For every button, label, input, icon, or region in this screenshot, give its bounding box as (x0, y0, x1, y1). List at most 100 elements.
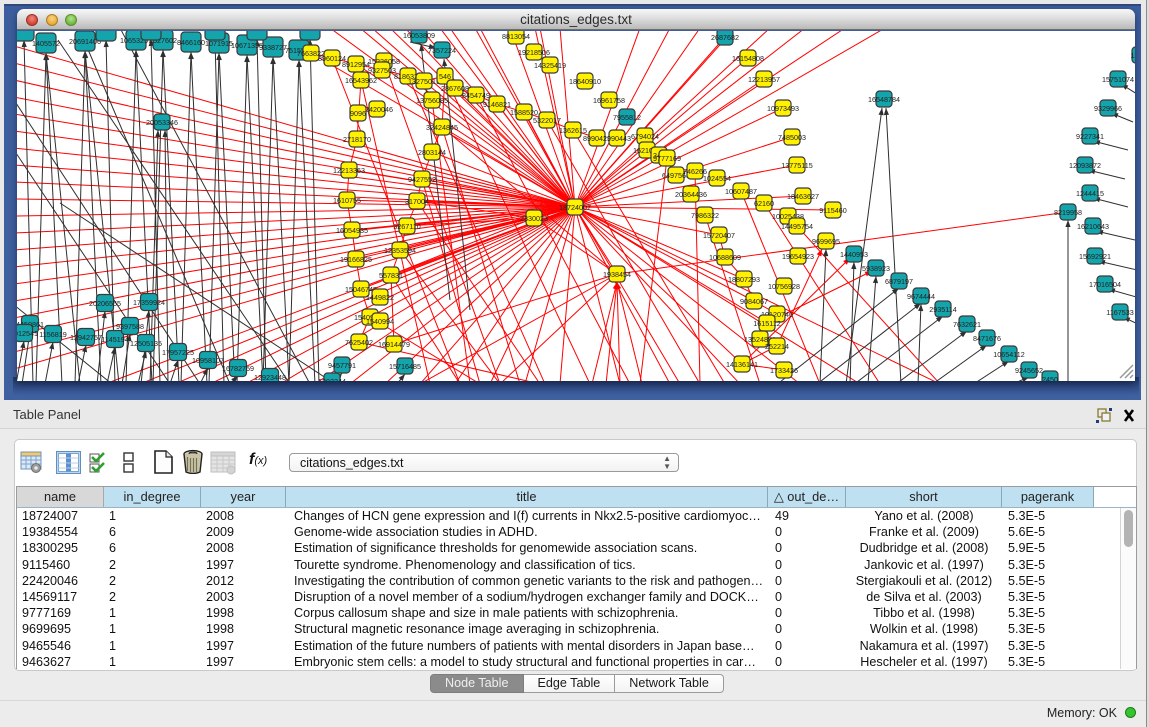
svg-text:2687682: 2687682 (711, 33, 739, 42)
svg-text:12505135: 12505135 (130, 339, 162, 348)
svg-text:10973493: 10973493 (767, 104, 799, 113)
svg-text:1449822: 1449822 (366, 293, 394, 302)
svg-text:9338727: 9338727 (259, 43, 287, 52)
svg-text:9397588: 9397588 (116, 322, 144, 331)
svg-text:9115460: 9115460 (819, 206, 846, 215)
svg-text:1615112: 1615112 (753, 319, 780, 328)
svg-text:9096: 9096 (350, 109, 366, 118)
svg-text:1292344: 1292344 (318, 377, 346, 381)
svg-text:17016504: 17016504 (1089, 280, 1121, 289)
svg-text:19218506: 19218506 (518, 48, 550, 57)
svg-text:10607487: 10607487 (725, 187, 757, 196)
svg-text:12093872: 12093872 (1069, 161, 1101, 170)
svg-text:8219958: 8219958 (1054, 208, 1082, 217)
svg-text:7632621: 7632621 (953, 320, 981, 329)
svg-text:7986322: 7986322 (691, 211, 719, 220)
svg-text:18640910: 18640910 (569, 77, 601, 86)
svg-text:10958107: 10958107 (192, 356, 224, 365)
svg-text:16053809: 16053809 (403, 31, 435, 40)
svg-text:1145194: 1145194 (101, 335, 128, 344)
svg-text:17359924: 17359924 (133, 298, 165, 307)
svg-text:2803144: 2803144 (418, 148, 446, 157)
svg-text:1024554: 1024554 (703, 174, 731, 183)
svg-text:9146821: 9146821 (483, 100, 511, 109)
svg-text:14136141: 14136141 (726, 360, 758, 369)
svg-text:1405572: 1405572 (32, 39, 60, 48)
svg-text:9329966: 9329966 (1094, 104, 1122, 113)
svg-text:11123: 11123 (1131, 51, 1135, 60)
svg-text:16961758: 16961758 (593, 96, 625, 105)
svg-text:317004: 317004 (405, 197, 429, 206)
svg-text:1244415: 1244415 (1076, 189, 1104, 198)
svg-text:14325419: 14325419 (534, 61, 566, 70)
svg-text:16548784: 16548784 (868, 95, 900, 104)
svg-text:8813054: 8813054 (502, 32, 530, 41)
svg-text:1156819: 1156819 (39, 330, 66, 339)
svg-text:18724007: 18724007 (559, 203, 591, 212)
svg-text:16054935: 16054935 (336, 226, 368, 235)
svg-text:10756928: 10756928 (768, 282, 800, 291)
svg-text:1610755: 1610755 (333, 196, 361, 205)
svg-text:18807293: 18807293 (728, 275, 760, 284)
svg-text:18463627: 18463627 (787, 192, 819, 201)
svg-text:1733426: 1733426 (770, 366, 798, 375)
svg-text:557831: 557831 (379, 271, 403, 280)
svg-text:9227341: 9227341 (1076, 132, 1104, 141)
svg-text:7955812: 7955812 (613, 113, 641, 122)
svg-text:12923448: 12923448 (254, 373, 286, 381)
svg-text:10654112: 10654112 (993, 350, 1024, 359)
svg-text:20364436: 20364436 (675, 190, 707, 199)
svg-text:2330023: 2330023 (520, 214, 548, 223)
svg-text:15716485: 15716485 (389, 362, 421, 371)
svg-text:32424845: 32424845 (426, 123, 458, 132)
svg-text:12213957: 12213957 (748, 75, 780, 84)
svg-text:5938923: 5938923 (862, 264, 890, 273)
svg-text:10688609: 10688609 (709, 253, 741, 262)
svg-text:16543962: 16543962 (345, 76, 377, 85)
svg-text:8471676: 8471676 (973, 334, 1001, 343)
svg-text:2450: 2450 (1042, 375, 1058, 381)
svg-text:9084067: 9084067 (740, 297, 768, 306)
svg-text:16154808: 16154808 (732, 54, 764, 63)
svg-text:6794024: 6794024 (631, 132, 659, 141)
svg-text:7357224: 7357224 (428, 46, 456, 55)
svg-text:8466160: 8466160 (177, 38, 205, 47)
svg-text:13756085: 13756085 (416, 96, 448, 105)
svg-text:1167533: 1167533 (1106, 308, 1133, 317)
svg-text:9245652: 9245652 (1015, 366, 1043, 375)
svg-text:19654923: 19654923 (782, 252, 814, 261)
svg-text:20206555: 20206555 (89, 299, 121, 308)
svg-text:2935114: 2935114 (929, 305, 956, 314)
svg-text:1540994: 1540994 (366, 317, 394, 326)
svg-text:62160: 62160 (754, 199, 774, 208)
svg-text:19166825: 19166825 (340, 255, 372, 264)
svg-text:1938454: 1938454 (603, 270, 631, 279)
svg-text:13275015: 13275015 (408, 77, 440, 86)
svg-text:16210643: 16210643 (1077, 222, 1109, 231)
svg-text:1990443: 1990443 (603, 134, 631, 143)
svg-text:9674444: 9674444 (907, 292, 935, 301)
svg-text:16782759: 16782759 (222, 364, 254, 373)
svg-text:9427552: 9427552 (408, 175, 436, 184)
svg-text:2718170: 2718170 (343, 135, 371, 144)
svg-text:9699695: 9699695 (812, 237, 840, 246)
svg-text:15720407: 15720407 (703, 231, 735, 240)
svg-text:6879197: 6879197 (885, 277, 913, 286)
svg-text:7485003: 7485003 (778, 133, 806, 142)
svg-text:12213363: 12213363 (333, 166, 365, 175)
svg-text:15751074: 15751074 (1102, 75, 1134, 84)
svg-text:12353594: 12353594 (384, 246, 416, 255)
svg-text:17957225: 17957225 (162, 348, 194, 357)
svg-text:5322017: 5322017 (533, 116, 561, 125)
svg-text:3912541: 3912541 (17, 329, 38, 338)
svg-text:8912954: 8912954 (342, 60, 370, 69)
svg-text:9327503: 9327503 (368, 66, 396, 75)
svg-text:9457791: 9457791 (328, 361, 356, 370)
svg-text:7625402: 7625402 (345, 338, 373, 347)
svg-text:252214: 252214 (765, 342, 789, 351)
svg-text:20053346: 20053346 (146, 118, 178, 127)
svg-text:3267110: 3267110 (393, 222, 420, 231)
svg-text:14495754: 14495754 (781, 222, 813, 231)
svg-text:15692921: 15692921 (1079, 252, 1111, 261)
svg-text:1440953: 1440953 (840, 250, 868, 259)
